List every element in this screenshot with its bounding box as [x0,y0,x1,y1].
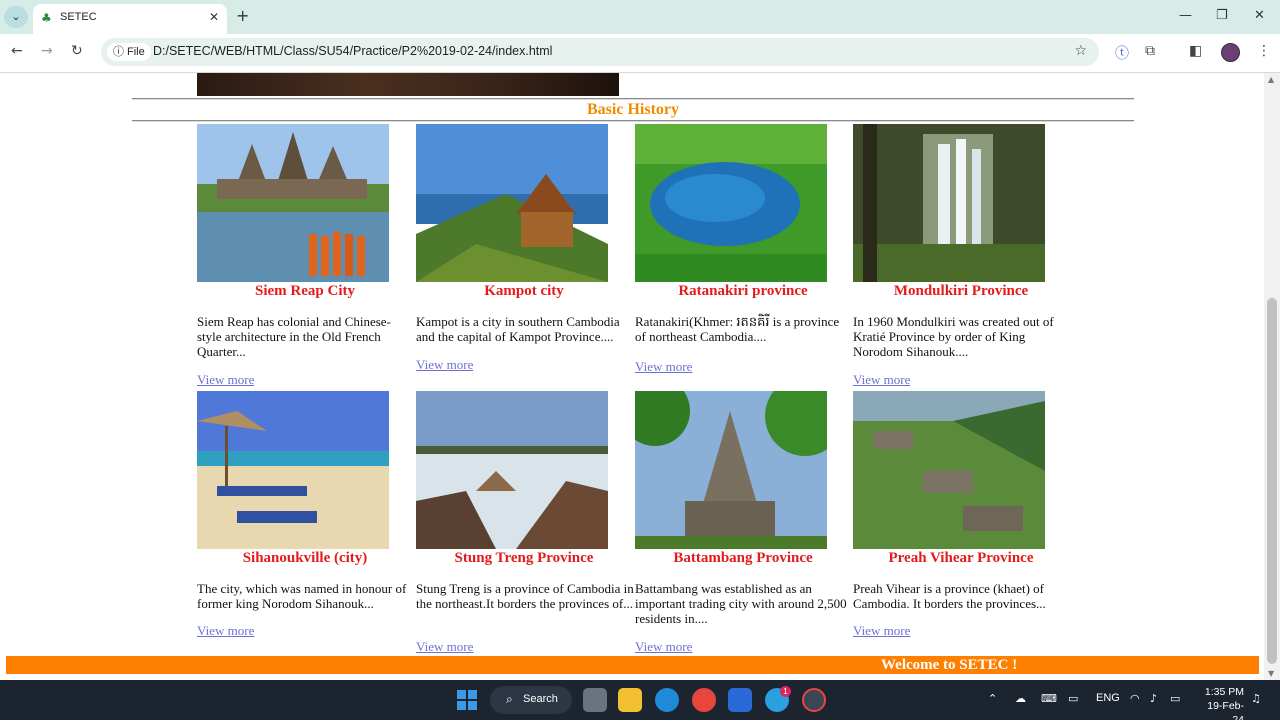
info-icon: ⓘ [113,45,124,58]
battery-icon[interactable]: ▭ [1170,692,1180,705]
view-more-link[interactable]: View more [197,372,254,388]
card-title: Kampot city [484,283,564,299]
extensions-icon[interactable]: ⧉ [1145,43,1155,59]
site-info-chip[interactable]: ⓘ File [107,43,151,61]
url-text[interactable]: D:/SETEC/WEB/HTML/Class/SU54/Practice/P2… [153,44,552,58]
reload-icon[interactable]: ↻ [71,43,83,59]
sidebar-icon[interactable]: ◧ [1189,43,1202,59]
footer-marquee: Welcome to SETEC ! [6,656,1259,674]
store-icon[interactable] [728,688,752,712]
section-title: Basic History [587,101,679,118]
close-window-button[interactable]: ✕ [1254,8,1265,23]
view-more-link[interactable]: View more [416,639,473,655]
volume-icon[interactable]: ♪ [1150,692,1157,705]
view-more-link[interactable]: View more [635,359,692,375]
taskbar-search[interactable]: ⌕ Search [490,686,572,714]
forward-arrow-icon[interactable]: → [41,43,53,59]
tab-search-icon[interactable]: ⌄ [4,6,28,28]
task-view-icon[interactable] [583,688,607,712]
keyboard-icon[interactable]: ⌨ [1041,692,1057,705]
card-title: Stung Treng Province [454,550,594,566]
view-more-link[interactable]: View more [853,372,910,388]
address-bar[interactable]: ⓘ File D:/SETEC/WEB/HTML/Class/SU54/Pract… [101,38,1099,66]
clock-date: 19-Feb-24 [1207,700,1244,726]
banner-image [197,73,619,96]
back-arrow-icon[interactable]: ← [11,43,23,59]
start-icon[interactable] [455,688,479,712]
browser-tab[interactable]: ♣ SETEC ✕ [33,4,227,34]
scroll-down-icon[interactable]: ▼ [1268,669,1274,678]
language-indicator[interactable]: ENG [1096,692,1120,704]
new-tab-button[interactable]: + [236,6,249,25]
file-explorer-icon[interactable] [618,688,642,712]
footer-text: Welcome to SETEC ! [881,657,1018,673]
translate-icon[interactable]: ⓣ [1115,43,1129,63]
ratanakiri-image [635,124,827,282]
edge-icon[interactable] [655,688,679,712]
card-title: Preah Vihear Province [888,550,1034,566]
chrome-icon[interactable] [692,688,716,712]
siem-reap-image [197,124,389,282]
wifi-icon[interactable]: ◠ [1130,692,1140,705]
clock[interactable]: 1:35 PM 19-Feb-24 [1196,685,1244,727]
view-more-link[interactable]: View more [197,623,254,639]
card-description: Ratanakiri(Khmer: រតនគិរី is a province … [635,314,840,344]
view-more-link[interactable]: View more [416,357,473,373]
stung-treng-image [416,391,608,549]
divider-top [132,98,1134,100]
scroll-up-icon[interactable]: ▲ [1268,75,1274,84]
card-description: Battambang was established as an importa… [635,581,847,626]
browser-toolbar: ← → ↻ ⓘ File D:/SETEC/WEB/HTML/Class/SU54… [0,34,1280,73]
card-title: Siem Reap City [255,283,355,299]
preah-vihear-image [853,391,1045,549]
chrome-active-icon[interactable] [802,688,826,712]
card-description: In 1960 Mondulkiri was created out of Kr… [853,314,1054,359]
card-title: Ratanakiri province [678,283,808,299]
display-icon[interactable]: ▭ [1068,692,1078,705]
notification-bell-icon[interactable]: ♫ [1251,692,1261,705]
card-title: Sihanoukville (city) [242,550,368,566]
vertical-scrollbar[interactable]: ▲ ▼ [1264,73,1280,680]
tab-close-icon[interactable]: ✕ [209,10,219,24]
scroll-thumb[interactable] [1267,298,1277,664]
tab-strip: ⌄ ♣ SETEC ✕ + — ❐ ✕ [0,0,1280,34]
card-description: Preah Vihear is a province (khaet) of Ca… [853,581,1046,611]
minimize-button[interactable]: — [1179,8,1192,23]
card-title: Mondulkiri Province [893,283,1029,299]
divider-bottom [132,120,1134,122]
windows-taskbar: ⌕ Search 1 ⌃ ☁ ⌨ ▭ ENG ◠ ♪ ▭ 1:35 PM 19-… [0,680,1280,726]
search-icon: ⌕ [506,692,513,706]
search-label: Search [523,693,558,705]
mondulkiri-image [853,124,1045,282]
card-title: Battambang Province [673,550,813,566]
card-description: Siem Reap has colonial and Chinese-style… [197,314,391,359]
restore-button[interactable]: ❐ [1216,8,1228,23]
setec-favicon-icon: ♣ [41,11,52,25]
card-description: Stung Treng is a province of Cambodia in… [416,581,634,611]
show-hidden-icons-icon[interactable]: ⌃ [988,692,997,705]
tab-title: SETEC [60,11,97,23]
card-description: The city, which was named in honour of f… [197,581,407,611]
page-viewport: Basic History Siem Reap City Siem Reap h… [0,73,1264,680]
kampot-image [416,124,608,282]
sihanoukville-image [197,391,389,549]
cloud-icon[interactable]: ☁ [1015,692,1026,705]
card-description: Kampot is a city in southern Cambodia an… [416,314,620,344]
view-more-link[interactable]: View more [853,623,910,639]
battambang-image [635,391,827,549]
menu-icon[interactable]: ⋮ [1257,43,1271,59]
profile-avatar[interactable] [1221,43,1240,62]
notification-badge: 1 [780,686,791,697]
star-icon[interactable]: ☆ [1074,43,1087,59]
view-more-link[interactable]: View more [635,639,692,655]
clock-time: 1:35 PM [1204,686,1244,698]
